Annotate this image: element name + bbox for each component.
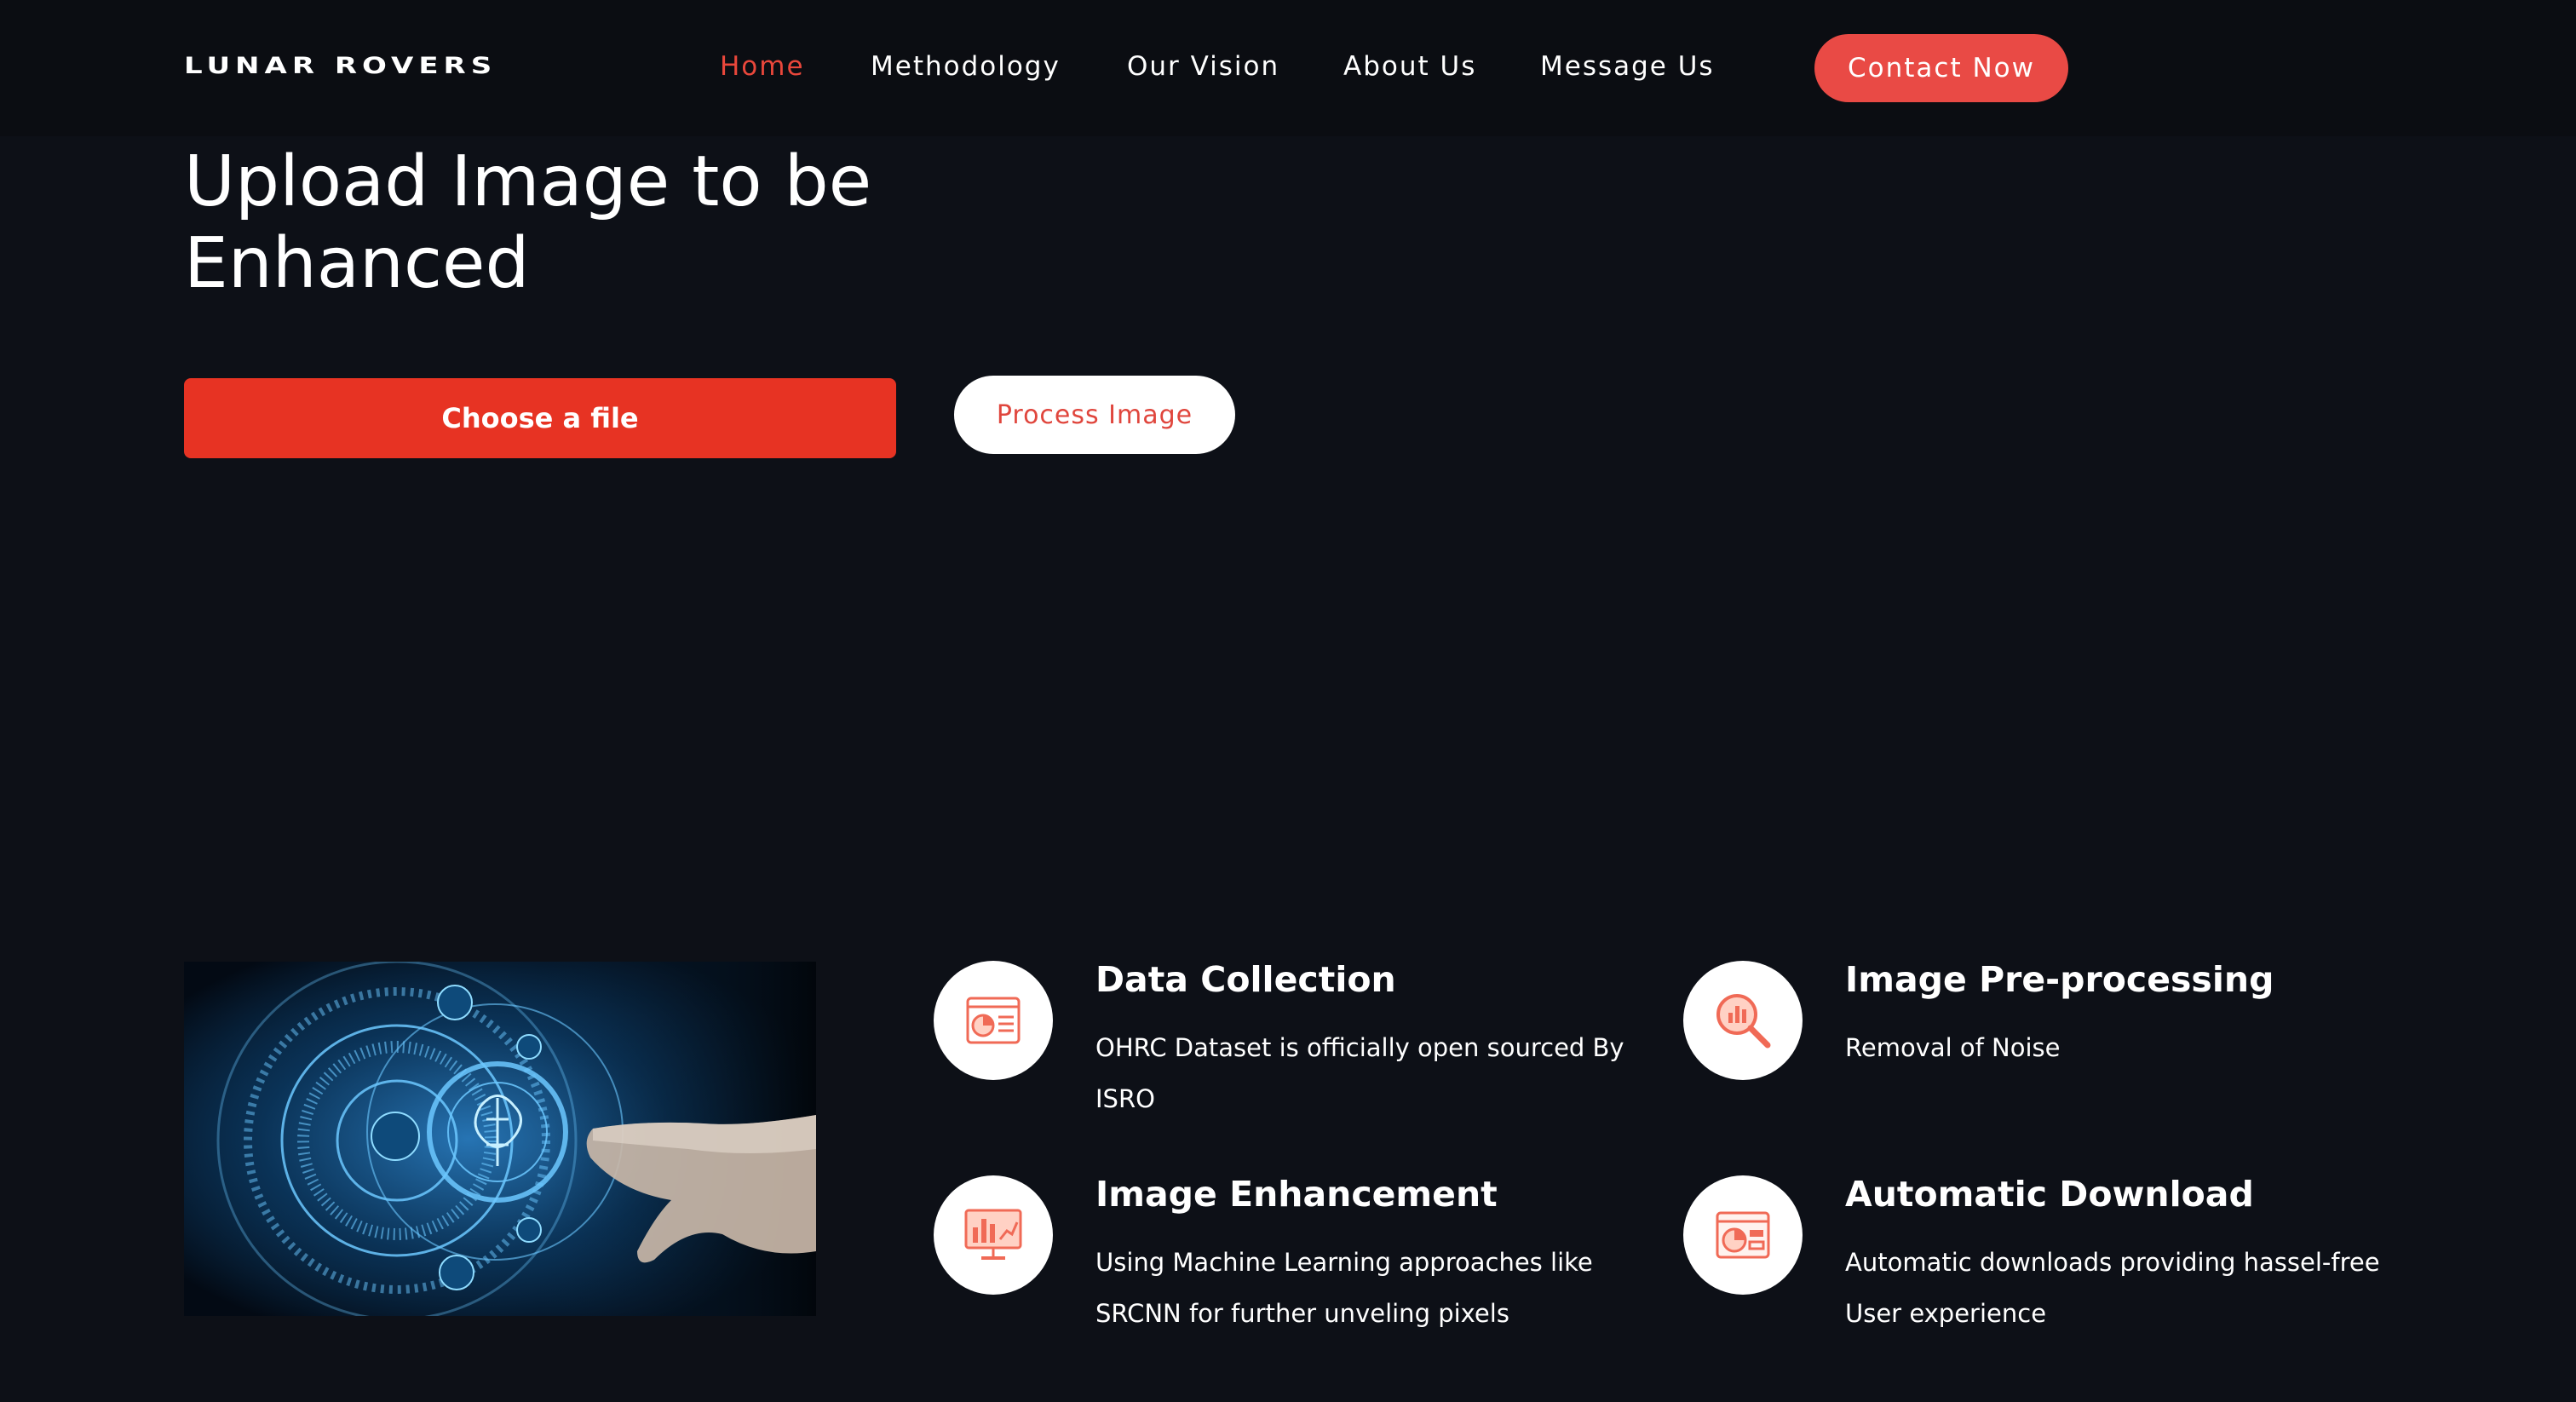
- feature-icon-automatic-download: [1683, 1175, 1803, 1295]
- monitor-analytics-icon: [964, 1209, 1022, 1260]
- ai-interface-image: [184, 962, 816, 1316]
- contact-now-button[interactable]: Contact Now: [1814, 34, 2068, 102]
- feature-title-image-preprocessing: Image Pre-processing: [1845, 959, 2274, 1000]
- page-title-line2: Enhanced: [184, 223, 530, 304]
- nav-about-us[interactable]: About Us: [1343, 51, 1476, 82]
- feature-desc-image-enhancement: Using Machine Learning approaches like S…: [1095, 1248, 1593, 1328]
- nav-our-vision[interactable]: Our Vision: [1127, 51, 1279, 82]
- feature-icon-data-collection: [934, 961, 1053, 1080]
- nav-message-us[interactable]: Message Us: [1540, 51, 1715, 82]
- feature-title-automatic-download: Automatic Download: [1845, 1174, 2254, 1215]
- feature-title-data-collection: Data Collection: [1095, 959, 1396, 1000]
- feature-desc-image-preprocessing: Removal of Noise: [1845, 1033, 2061, 1062]
- choose-file-button[interactable]: Choose a file: [184, 378, 896, 458]
- navbar: LUNAR ROVERS Home Methodology Our Vision…: [0, 0, 2576, 136]
- nav-methodology[interactable]: Methodology: [871, 51, 1061, 82]
- magnifier-chart-icon: [1716, 994, 1771, 1049]
- dashboard-chart-icon: [966, 997, 1021, 1044]
- feature-desc-automatic-download: Automatic downloads providing hassel-fre…: [1845, 1248, 2380, 1328]
- process-image-button[interactable]: Process Image: [954, 376, 1235, 454]
- page-title-line1: Upload Image to be: [184, 141, 872, 222]
- feature-icon-image-preprocessing: [1683, 961, 1803, 1080]
- feature-desc-data-collection: OHRC Dataset is officially open sourced …: [1095, 1033, 1624, 1113]
- logo[interactable]: LUNAR ROVERS: [184, 53, 497, 79]
- report-pie-icon: [1716, 1211, 1770, 1259]
- feature-icon-image-enhancement: [934, 1175, 1053, 1295]
- nav-home[interactable]: Home: [720, 51, 805, 82]
- ai-interface-illustration: [184, 962, 816, 1316]
- page-title: Upload Image to be Enhanced: [184, 141, 1036, 305]
- feature-title-image-enhancement: Image Enhancement: [1095, 1174, 1498, 1215]
